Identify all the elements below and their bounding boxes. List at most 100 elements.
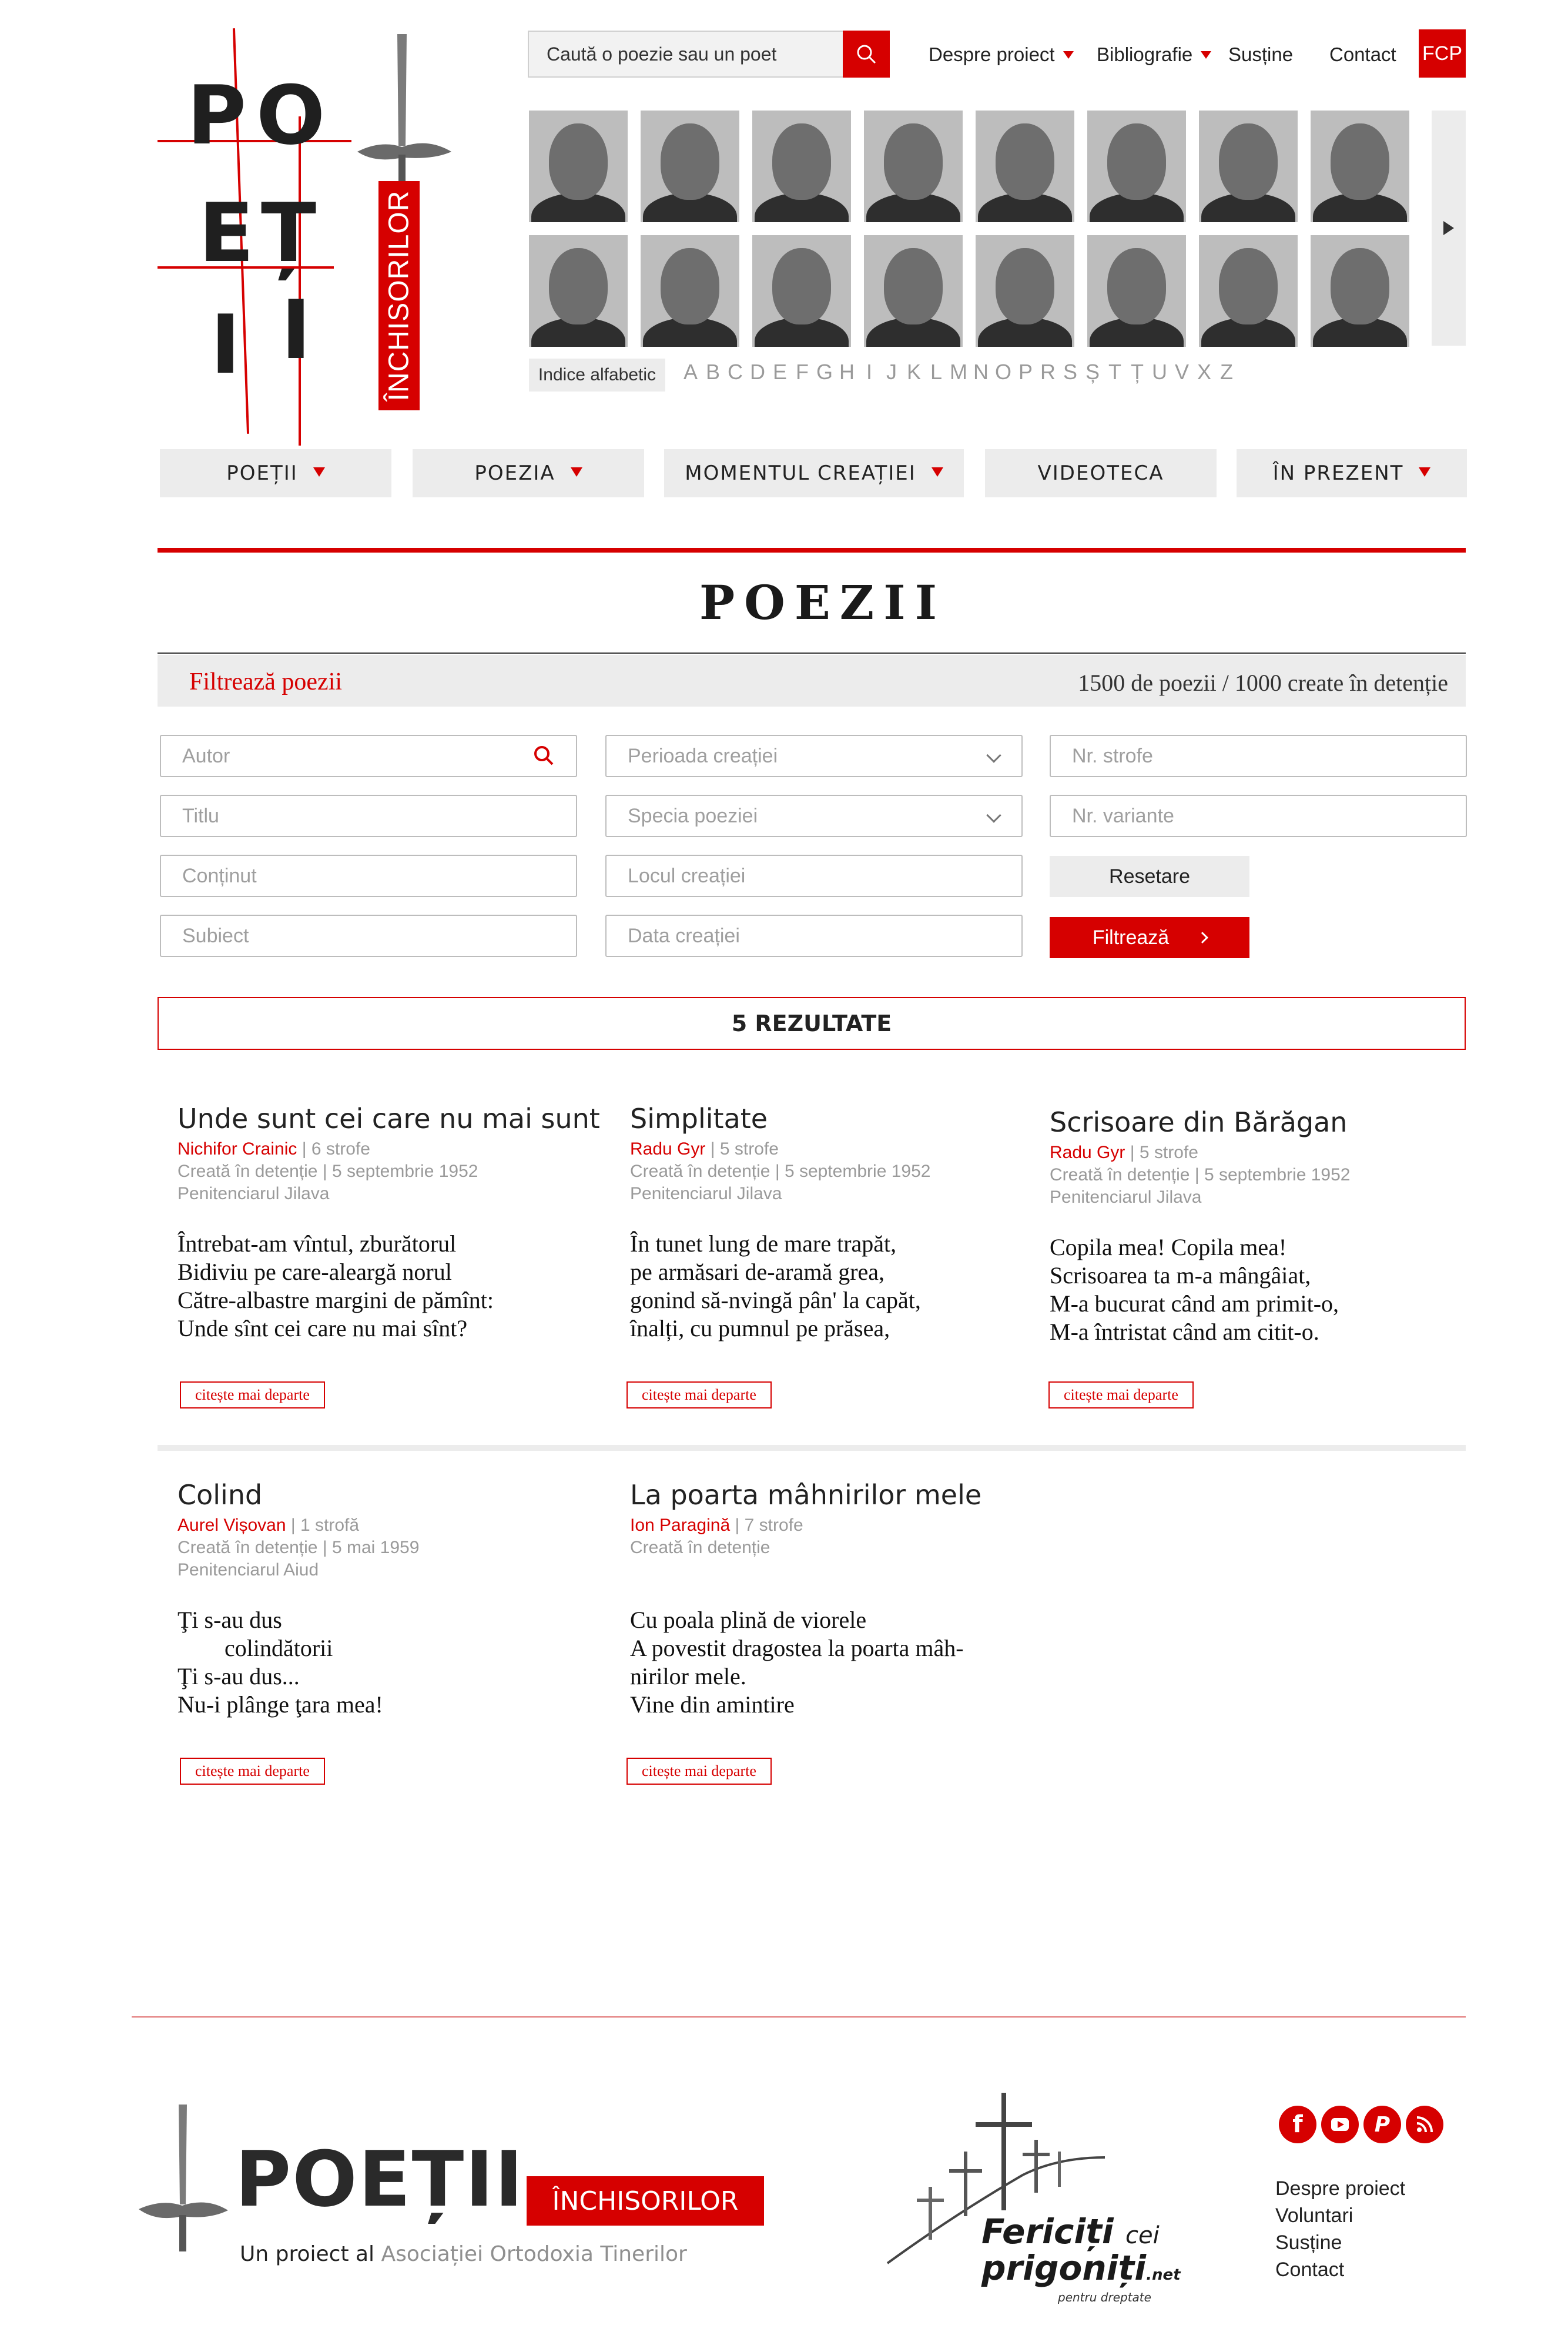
- locul-input[interactable]: [607, 856, 1021, 896]
- poet-portrait[interactable]: [1311, 235, 1409, 347]
- titlu-input[interactable]: [161, 796, 576, 836]
- nav-despre-proiect[interactable]: Despre proiect: [929, 44, 1074, 66]
- read-more-button[interactable]: citește mai departe: [626, 1758, 772, 1785]
- read-more-button[interactable]: citește mai departe: [1048, 1381, 1194, 1408]
- footer-link-despre-proiect[interactable]: Despre proiect: [1275, 2175, 1405, 2202]
- carousel-next-button[interactable]: [1432, 111, 1466, 346]
- poet-portrait[interactable]: [1311, 111, 1409, 222]
- alphabet-letter[interactable]: V: [1171, 360, 1193, 384]
- subiect-input[interactable]: [161, 916, 576, 956]
- youtube-icon[interactable]: [1321, 2106, 1359, 2143]
- alphabet-letter[interactable]: Ț: [1126, 360, 1148, 384]
- poem-author-link[interactable]: Radu Gyr: [630, 1139, 705, 1159]
- poet-portrait[interactable]: [1087, 235, 1186, 347]
- alphabet-letter[interactable]: D: [746, 360, 769, 384]
- specia-input[interactable]: [607, 796, 1021, 836]
- alphabet-letter[interactable]: R: [1037, 360, 1059, 384]
- fcp-button[interactable]: FCP: [1419, 29, 1466, 78]
- facebook-icon[interactable]: f: [1279, 2106, 1316, 2143]
- alphabet-letter[interactable]: F: [791, 360, 813, 384]
- alphabet-letter[interactable]: Z: [1215, 360, 1238, 384]
- search-icon[interactable]: [532, 744, 556, 768]
- poet-portrait[interactable]: [1199, 235, 1298, 347]
- footer-link-voluntari[interactable]: Voluntari: [1275, 2202, 1405, 2229]
- poet-portrait[interactable]: [864, 235, 963, 347]
- menu-momentul-creatiei[interactable]: MOMENTUL CREAȚIEI: [664, 449, 964, 497]
- menu-poetii[interactable]: POEȚII: [160, 449, 391, 497]
- search-input[interactable]: [529, 32, 840, 76]
- alphabet-letter[interactable]: A: [679, 360, 702, 384]
- poem-title[interactable]: Scrisoare din Bărăgan: [1050, 1106, 1461, 1138]
- nav-contact[interactable]: Contact: [1329, 44, 1396, 66]
- alphabet-letter[interactable]: H: [836, 360, 858, 384]
- alphabet-letter[interactable]: G: [813, 360, 836, 384]
- alphabet-letter[interactable]: K: [903, 360, 925, 384]
- partner-logo[interactable]: Fericiți cei prigoniți.net pentru drepta…: [882, 2087, 1181, 2316]
- continut-input[interactable]: [161, 856, 576, 896]
- perioada-input[interactable]: [607, 736, 1021, 776]
- poet-portrait[interactable]: [529, 111, 628, 222]
- alphabet-letter[interactable]: S: [1059, 360, 1081, 384]
- paypal-icon[interactable]: P: [1363, 2106, 1401, 2143]
- poet-portrait[interactable]: [1087, 111, 1186, 222]
- alphabet-letter[interactable]: E: [769, 360, 791, 384]
- poet-portrait[interactable]: [1199, 111, 1298, 222]
- read-more-button[interactable]: citește mai departe: [626, 1381, 772, 1408]
- alphabet-letter[interactable]: C: [724, 360, 746, 384]
- footer-link-sustine[interactable]: Susține: [1275, 2229, 1405, 2256]
- reset-button[interactable]: Resetare: [1050, 856, 1249, 897]
- logo-letter: P: [187, 68, 247, 163]
- poem-title[interactable]: La poarta mâhnirilor mele: [630, 1479, 1041, 1511]
- alphabet-letter[interactable]: J: [880, 360, 903, 384]
- alphabet-letter[interactable]: Ș: [1081, 360, 1104, 384]
- menu-videoteca[interactable]: VIDEOTECA: [985, 449, 1217, 497]
- poet-portrait[interactable]: [641, 235, 739, 347]
- nav-bibliografie[interactable]: Bibliografie: [1097, 44, 1212, 66]
- alphabet-letter[interactable]: I: [858, 360, 880, 384]
- footer-link-contact[interactable]: Contact: [1275, 2256, 1405, 2283]
- poet-portrait[interactable]: [752, 235, 851, 347]
- alphabet-letter[interactable]: T: [1104, 360, 1126, 384]
- poem-author-link[interactable]: Aurel Vișovan: [177, 1515, 286, 1535]
- poem-card: Unde sunt cei care nu mai sunt Nichifor …: [177, 1103, 600, 1343]
- alphabet-letter[interactable]: U: [1148, 360, 1171, 384]
- organization-link[interactable]: Asociației Ortodoxia Tinerilor: [381, 2242, 687, 2266]
- poet-portrait[interactable]: [864, 111, 963, 222]
- variante-input[interactable]: [1051, 796, 1466, 836]
- rss-icon[interactable]: [1406, 2106, 1443, 2143]
- poem-author-link[interactable]: Nichifor Crainic: [177, 1139, 297, 1159]
- alphabet-letter[interactable]: M: [947, 360, 970, 384]
- alphabet-letter[interactable]: P: [1014, 360, 1037, 384]
- poet-portrait[interactable]: [976, 111, 1074, 222]
- poet-portrait[interactable]: [976, 235, 1074, 347]
- specia-select[interactable]: [605, 795, 1023, 837]
- filter-button[interactable]: Filtrează: [1050, 917, 1249, 958]
- alphabet-letter[interactable]: B: [702, 360, 724, 384]
- poem-created: Creată în detenție: [630, 1538, 770, 1557]
- autor-input[interactable]: [161, 736, 576, 776]
- poet-portrait[interactable]: [641, 111, 739, 222]
- nav-sustine[interactable]: Susține: [1228, 44, 1293, 66]
- perioada-select[interactable]: [605, 735, 1023, 777]
- strofe-input[interactable]: [1051, 736, 1466, 776]
- data-input[interactable]: [607, 916, 1021, 956]
- poem-title[interactable]: Colind: [177, 1479, 589, 1511]
- search-button[interactable]: [843, 31, 890, 78]
- logo-letter: E: [199, 186, 254, 280]
- alphabet-letter[interactable]: X: [1193, 360, 1215, 384]
- menu-poezia[interactable]: POEZIA: [413, 449, 644, 497]
- site-logo[interactable]: P O E Ț I I ÎNCHISORILOR: [158, 28, 451, 446]
- poem-author-link[interactable]: Ion Paragină: [630, 1515, 730, 1535]
- poet-portrait[interactable]: [752, 111, 851, 222]
- alphabet-letter[interactable]: N: [970, 360, 992, 384]
- alphabet-letter[interactable]: O: [992, 360, 1014, 384]
- poem-title[interactable]: Simplitate: [630, 1103, 1041, 1135]
- menu-in-prezent[interactable]: ÎN PREZENT: [1237, 449, 1467, 497]
- poem-title[interactable]: Unde sunt cei care nu mai sunt: [177, 1103, 600, 1135]
- poet-portrait[interactable]: [529, 235, 628, 347]
- alphabet-letter[interactable]: L: [925, 360, 947, 384]
- poem-author-link[interactable]: Radu Gyr: [1050, 1143, 1125, 1162]
- read-more-button[interactable]: citește mai departe: [180, 1758, 325, 1785]
- footer-logo-text[interactable]: POEȚII: [235, 2141, 524, 2217]
- read-more-button[interactable]: citește mai departe: [180, 1381, 325, 1408]
